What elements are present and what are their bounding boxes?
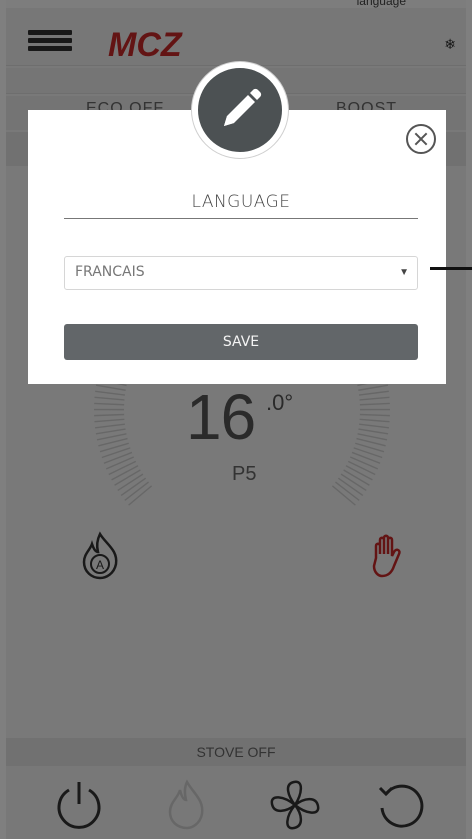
save-button[interactable]: SAVE (64, 324, 418, 360)
pencil-icon (224, 88, 262, 126)
language-selected-value: FRANCAIS (75, 264, 145, 280)
title-underline (64, 218, 418, 219)
pointer-line (430, 267, 472, 270)
language-title: LANGUAGE (191, 192, 291, 212)
edit-badge (192, 62, 288, 158)
dropdown-arrow-icon: ▼ (399, 267, 409, 278)
close-icon[interactable] (406, 124, 436, 154)
language-select[interactable]: FRANCAIS ▼ (64, 256, 418, 290)
